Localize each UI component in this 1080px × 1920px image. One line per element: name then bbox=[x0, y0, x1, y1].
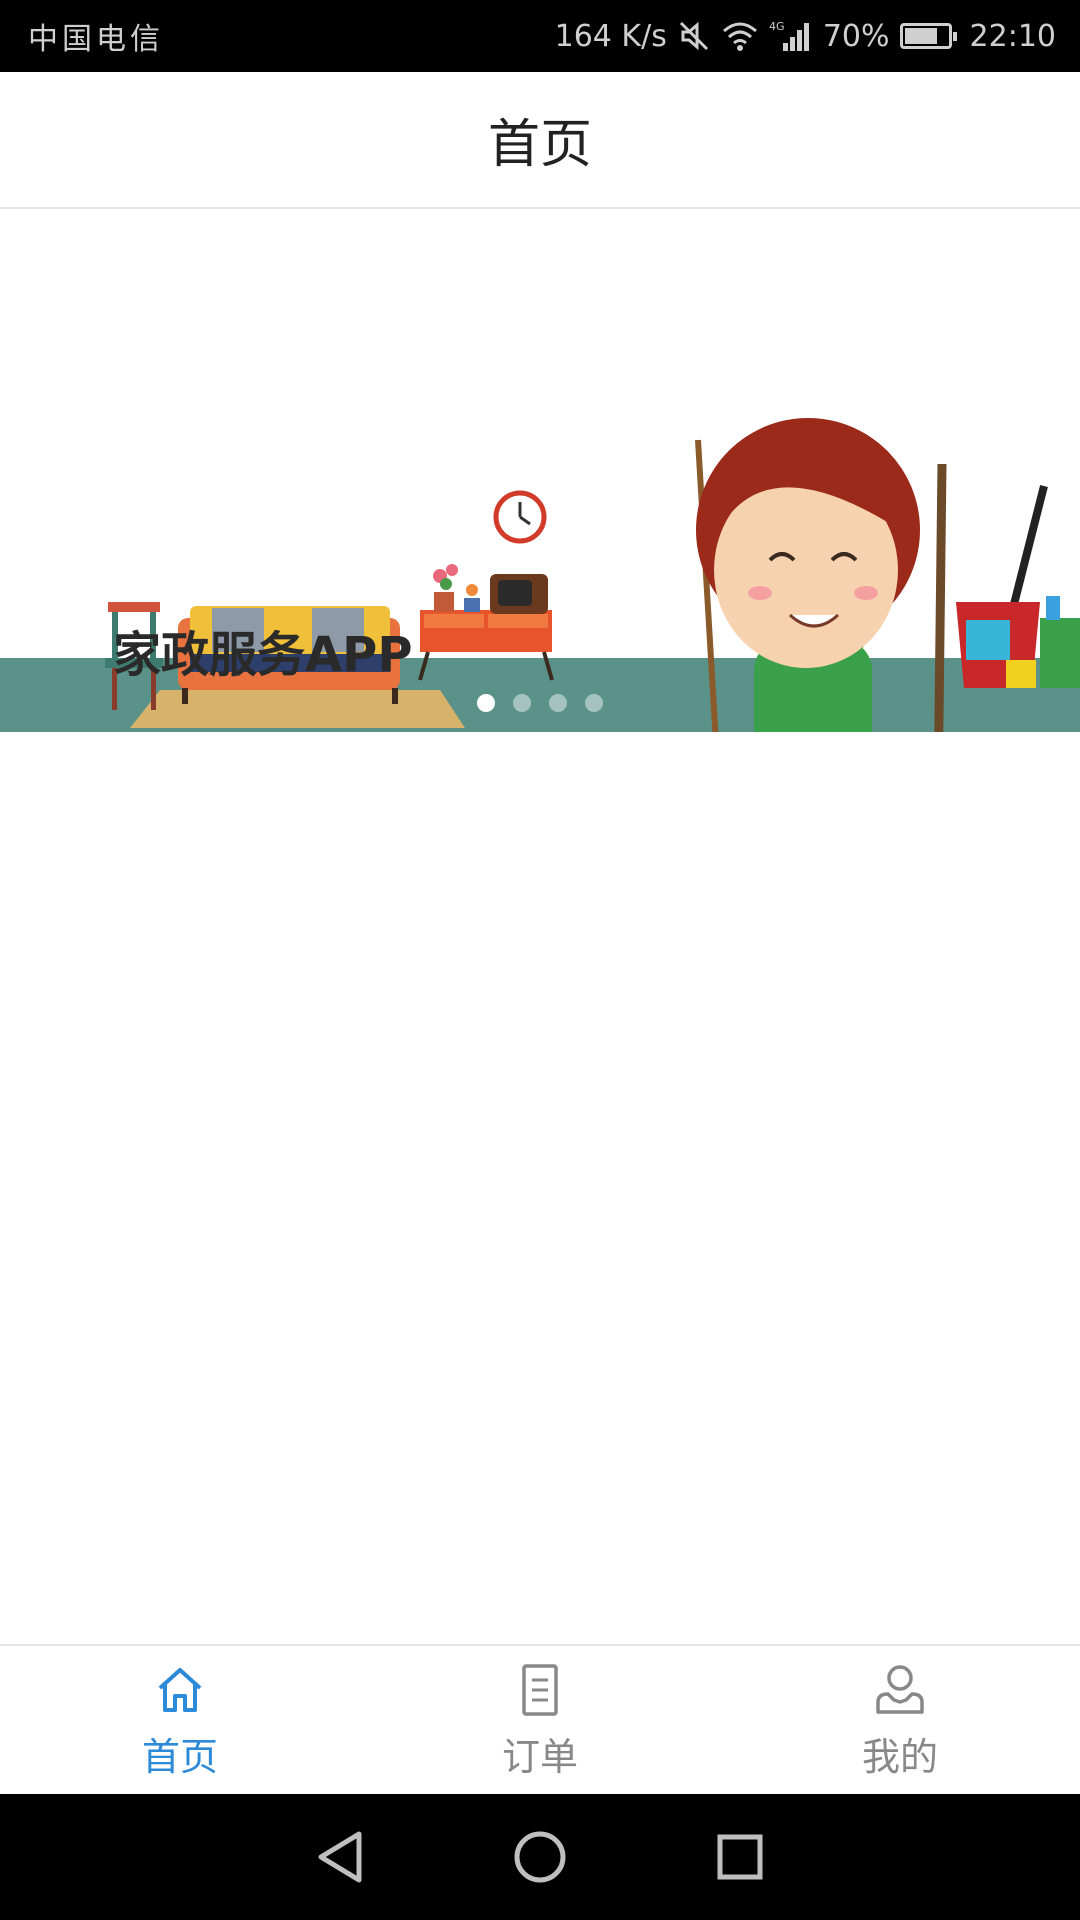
carrier-label: 中国电信 bbox=[28, 22, 164, 57]
battery-percent: 70% bbox=[822, 18, 890, 54]
carousel-dot-1[interactable] bbox=[477, 694, 495, 712]
carousel-dot-2[interactable] bbox=[513, 694, 531, 712]
net-speed: 164 K/s bbox=[554, 18, 667, 54]
home-circle-icon[interactable] bbox=[510, 1827, 570, 1887]
tab-home-label: 首页 bbox=[141, 1735, 218, 1779]
bottom-tab-bar: 首页 订单 我的 bbox=[0, 1644, 1080, 1794]
mute-icon bbox=[677, 19, 711, 53]
svg-text:4G: 4G bbox=[769, 20, 785, 33]
wifi-icon bbox=[721, 20, 759, 52]
system-nav-bar bbox=[0, 1794, 1080, 1920]
status-bar: 中国电信 164 K/s 4G 70% 22:10 bbox=[0, 0, 1080, 72]
tab-home[interactable]: 首页 bbox=[0, 1646, 360, 1794]
document-icon bbox=[512, 1662, 568, 1722]
banner-title: 家政服务APP bbox=[113, 627, 413, 683]
page-header: 首页 bbox=[0, 72, 1080, 209]
tab-profile-label: 我的 bbox=[861, 1735, 938, 1779]
page-title: 首页 bbox=[487, 115, 592, 175]
status-icons: 164 K/s 4G 70% 22:10 bbox=[555, 19, 1056, 54]
battery-icon bbox=[899, 23, 957, 49]
back-icon[interactable] bbox=[310, 1827, 370, 1887]
clock: 22:10 bbox=[969, 18, 1056, 54]
tab-orders-label: 订单 bbox=[501, 1735, 578, 1779]
user-icon bbox=[872, 1662, 928, 1722]
carousel-dot-3[interactable] bbox=[549, 694, 567, 712]
tab-profile[interactable]: 我的 bbox=[720, 1646, 1080, 1794]
signal-icon: 4G bbox=[769, 19, 813, 53]
home-icon bbox=[152, 1662, 208, 1722]
banner-carousel[interactable]: 家政服务APP bbox=[0, 210, 1080, 732]
carousel-dot-4[interactable] bbox=[585, 694, 603, 712]
recents-icon[interactable] bbox=[710, 1827, 770, 1887]
carousel-indicators[interactable] bbox=[0, 694, 1080, 712]
tab-orders[interactable]: 订单 bbox=[360, 1646, 720, 1794]
